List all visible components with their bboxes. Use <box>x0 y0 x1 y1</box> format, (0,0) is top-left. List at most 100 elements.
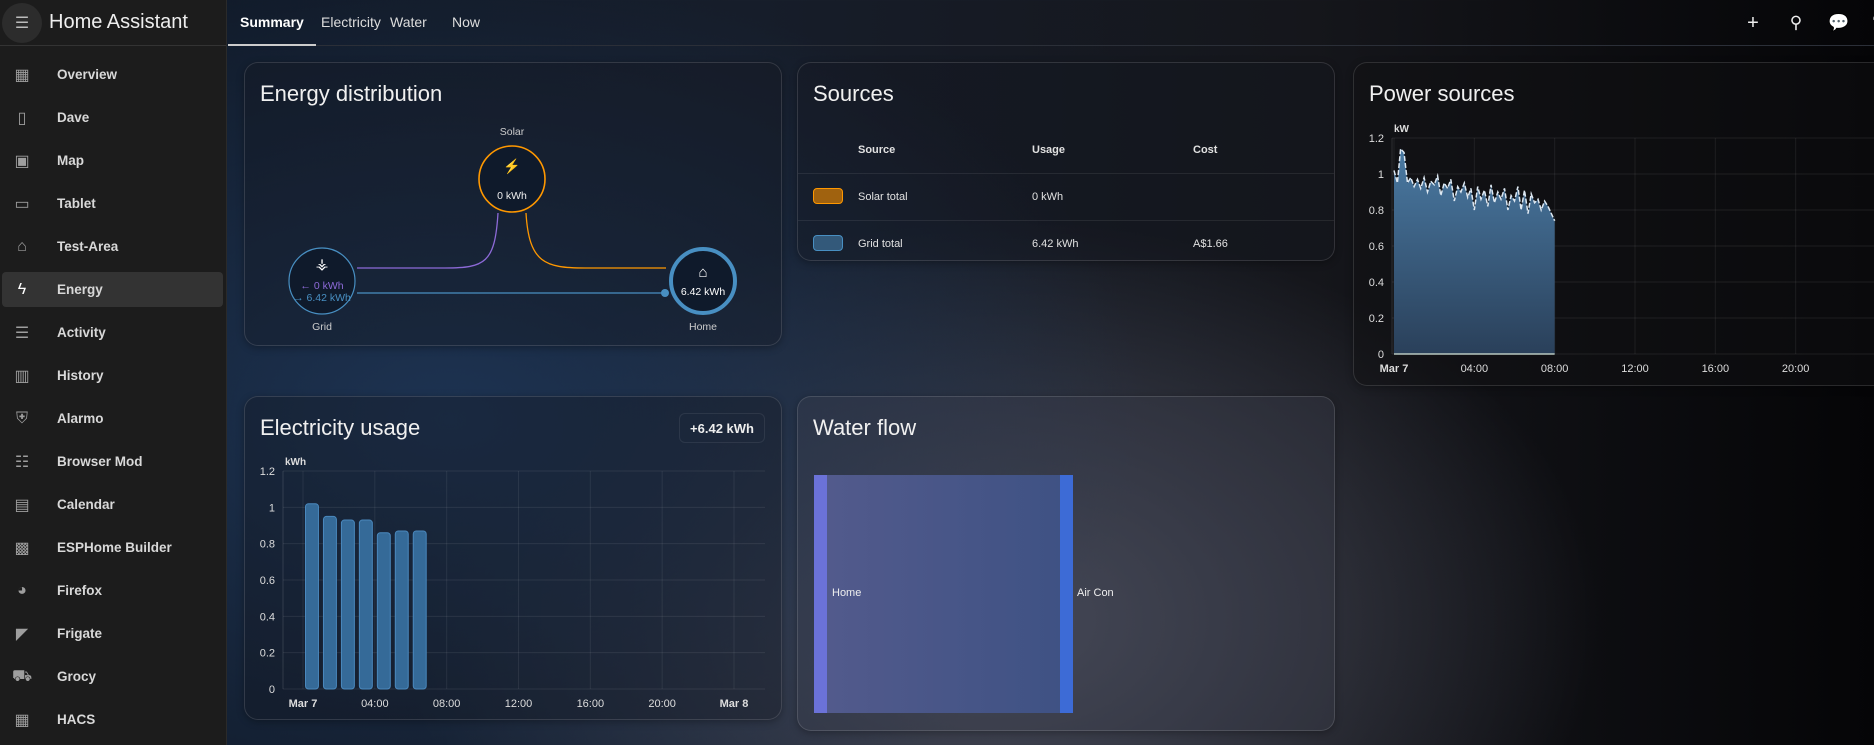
plus-icon[interactable]: + <box>1742 12 1764 34</box>
grid-color-swatch <box>813 235 843 251</box>
solar-value: 0 kWh <box>497 190 527 202</box>
solar-grid-flow-line <box>357 212 499 269</box>
home-node[interactable] <box>669 247 737 315</box>
shield-home-icon: ⛨ <box>15 409 28 427</box>
sidebar-item-label: Frigate <box>57 626 103 641</box>
home-circle-icon: ⌂ <box>17 237 27 255</box>
grid-return-value: ← 0 kWh <box>300 280 343 292</box>
x-tick-label: 12:00 <box>1621 363 1649 375</box>
solar-node[interactable] <box>478 145 546 213</box>
sidebar-item-history[interactable]: ▥ History <box>2 358 223 393</box>
x-tick-label: Mar 8 <box>720 698 749 710</box>
sidebar-item-tablet[interactable]: ▭ Tablet <box>2 186 223 221</box>
chip-icon: ▩ <box>14 539 30 557</box>
x-tick-label: 16:00 <box>577 698 605 710</box>
energy-distribution-card: Energy distribution Solar ⚡ 0 kWh ⚶ ← 0 … <box>244 62 782 346</box>
sidebar-item-label: HACS <box>57 712 96 727</box>
sources-table: Source Usage Cost Solar total 0 kWh Grid… <box>798 127 1334 260</box>
x-tick-label: Mar 7 <box>1380 363 1409 375</box>
sidebar-item-label: Tablet <box>57 196 96 211</box>
sidebar-item-esphome-builder[interactable]: ▩ ESPHome Builder <box>2 530 223 565</box>
power-sources-chart[interactable]: 0 0.2 0.4 0.6 0.8 1 1.2 kW Mar 7 04:00 08:00 12:00 1… <box>1354 63 1874 386</box>
sidebar-item-hacs[interactable]: ▦ HACS <box>2 702 223 737</box>
source-usage: 0 kWh <box>1032 191 1064 203</box>
x-tick-label: 08:00 <box>433 698 461 710</box>
flow-dot <box>661 289 669 297</box>
search-icon[interactable]: ⚲ <box>1785 12 1807 34</box>
sidebar-item-map[interactable]: ▣ Map <box>2 143 223 178</box>
y-tick-label: 0.8 <box>260 539 275 551</box>
y-tick-label: 0 <box>269 684 275 696</box>
sidebar-item-energy[interactable]: ϟ Energy <box>2 272 223 307</box>
sidebar-item-label: Dave <box>57 110 90 125</box>
source-cost: A$1.66 <box>1193 238 1228 250</box>
y-tick-label: 0.6 <box>1369 241 1384 253</box>
x-tick-label: 12:00 <box>505 698 533 710</box>
y-tick-label: 1.2 <box>1369 133 1384 145</box>
tab-now[interactable]: Now <box>440 0 492 46</box>
source-name: Grid total <box>858 238 903 250</box>
server-icon: ☷ <box>14 453 30 471</box>
calendar-icon: ▤ <box>14 496 30 514</box>
transmission-tower-icon: ⚶ <box>316 256 329 273</box>
card-title: Water flow <box>813 415 917 440</box>
air-con-node-label: Air Con <box>1077 587 1114 599</box>
sidebar-item-label: History <box>57 368 104 383</box>
sidebar-item-label: Alarmo <box>57 411 104 426</box>
x-tick-label: 20:00 <box>648 698 676 710</box>
solar-panel-icon: ⚡ <box>503 158 520 175</box>
air-con-node-bar[interactable] <box>1060 475 1073 713</box>
sidebar-header: ☰ Home Assistant <box>0 0 226 46</box>
hacs-store-icon: ▦ <box>14 711 30 729</box>
sources-card: Sources Source Usage Cost Solar total 0 … <box>797 62 1335 261</box>
sidebar-item-dave[interactable]: ▯ Dave <box>2 100 223 135</box>
sidebar-item-activity[interactable]: ☰ Activity <box>2 315 223 350</box>
tab-summary[interactable]: Summary <box>228 0 316 46</box>
column-header-usage: Usage <box>1032 144 1066 156</box>
sidebar-item-calendar[interactable]: ▤ Calendar <box>2 487 223 522</box>
electricity-usage-chart[interactable]: 0 0.2 0.4 0.6 0.8 1 1.2 kWh Mar 7 04:00 08:00 12:00… <box>245 397 782 720</box>
sidebar-item-label: Overview <box>57 67 118 82</box>
x-tick-label: 16:00 <box>1702 363 1730 375</box>
y-tick-label: 1.2 <box>260 466 275 478</box>
tablet-icon: ▭ <box>14 195 30 213</box>
sidebar-item-alarmo[interactable]: ⛨ Alarmo <box>2 401 223 436</box>
y-tick-label: 0.4 <box>1369 277 1384 289</box>
table-row: Grid total 6.42 kWh A$1.66 <box>798 221 1334 260</box>
table-row: Solar total 0 kWh <box>798 174 1334 221</box>
sidebar-item-frigate[interactable]: ◤ Frigate <box>2 616 223 651</box>
map-account-icon: ▣ <box>14 152 30 170</box>
list-icon: ☰ <box>14 324 30 342</box>
water-flow-link[interactable] <box>827 475 1060 713</box>
sidebar-item-label: Map <box>57 153 84 168</box>
menu-toggle-button[interactable]: ☰ <box>2 2 42 43</box>
sidebar-item-label: Browser Mod <box>57 454 143 469</box>
home-node-bar[interactable] <box>814 475 827 713</box>
sidebar-item-overview[interactable]: ▦ Overview <box>2 57 223 92</box>
bar-01:00 <box>322 515 337 690</box>
sidebar-item-label: Energy <box>57 282 103 297</box>
edit-pencil-icon[interactable]: ✎ <box>1869 12 1874 34</box>
top-bar: SummaryElectricityWaterNow + ⚲ 💬 ✎ <box>228 0 1874 46</box>
y-tick-label: 1 <box>269 502 275 514</box>
sidebar-item-test-area[interactable]: ⌂ Test-Area <box>2 229 223 264</box>
y-tick-label: 0.2 <box>260 648 275 660</box>
sidebar-item-browser-mod[interactable]: ☷ Browser Mod <box>2 444 223 479</box>
tablet-check-icon: ▯ <box>17 109 27 127</box>
sidebar: ☰ Home Assistant ▦ Overview ▯ Dave ▣ Map ▭ Tabl… <box>0 0 227 745</box>
water-flow-card: Water flow Home Air Con <box>797 396 1335 731</box>
y-axis-unit: kW <box>1394 124 1410 135</box>
sidebar-item-label: Test-Area <box>57 239 119 254</box>
home-value: 6.42 kWh <box>681 286 726 298</box>
home-label: Home <box>689 321 717 333</box>
source-name: Solar total <box>858 191 908 203</box>
sidebar-item-label: ESPHome Builder <box>57 540 172 555</box>
dashboard-icon: ▦ <box>14 66 30 84</box>
sidebar-item-firefox[interactable]: ◕ Firefox <box>2 573 223 608</box>
sidebar-item-grocy[interactable]: ⛟ Grocy <box>2 659 223 694</box>
tab-water[interactable]: Water <box>378 0 439 46</box>
electricity-usage-card: Electricity usage +6.42 kWh 0 0.2 0.4 0.6 0.… <box>244 396 782 720</box>
app-title: Home Assistant <box>49 11 188 33</box>
assist-chat-icon[interactable]: 💬 <box>1828 12 1850 34</box>
card-title: Sources <box>813 81 894 106</box>
